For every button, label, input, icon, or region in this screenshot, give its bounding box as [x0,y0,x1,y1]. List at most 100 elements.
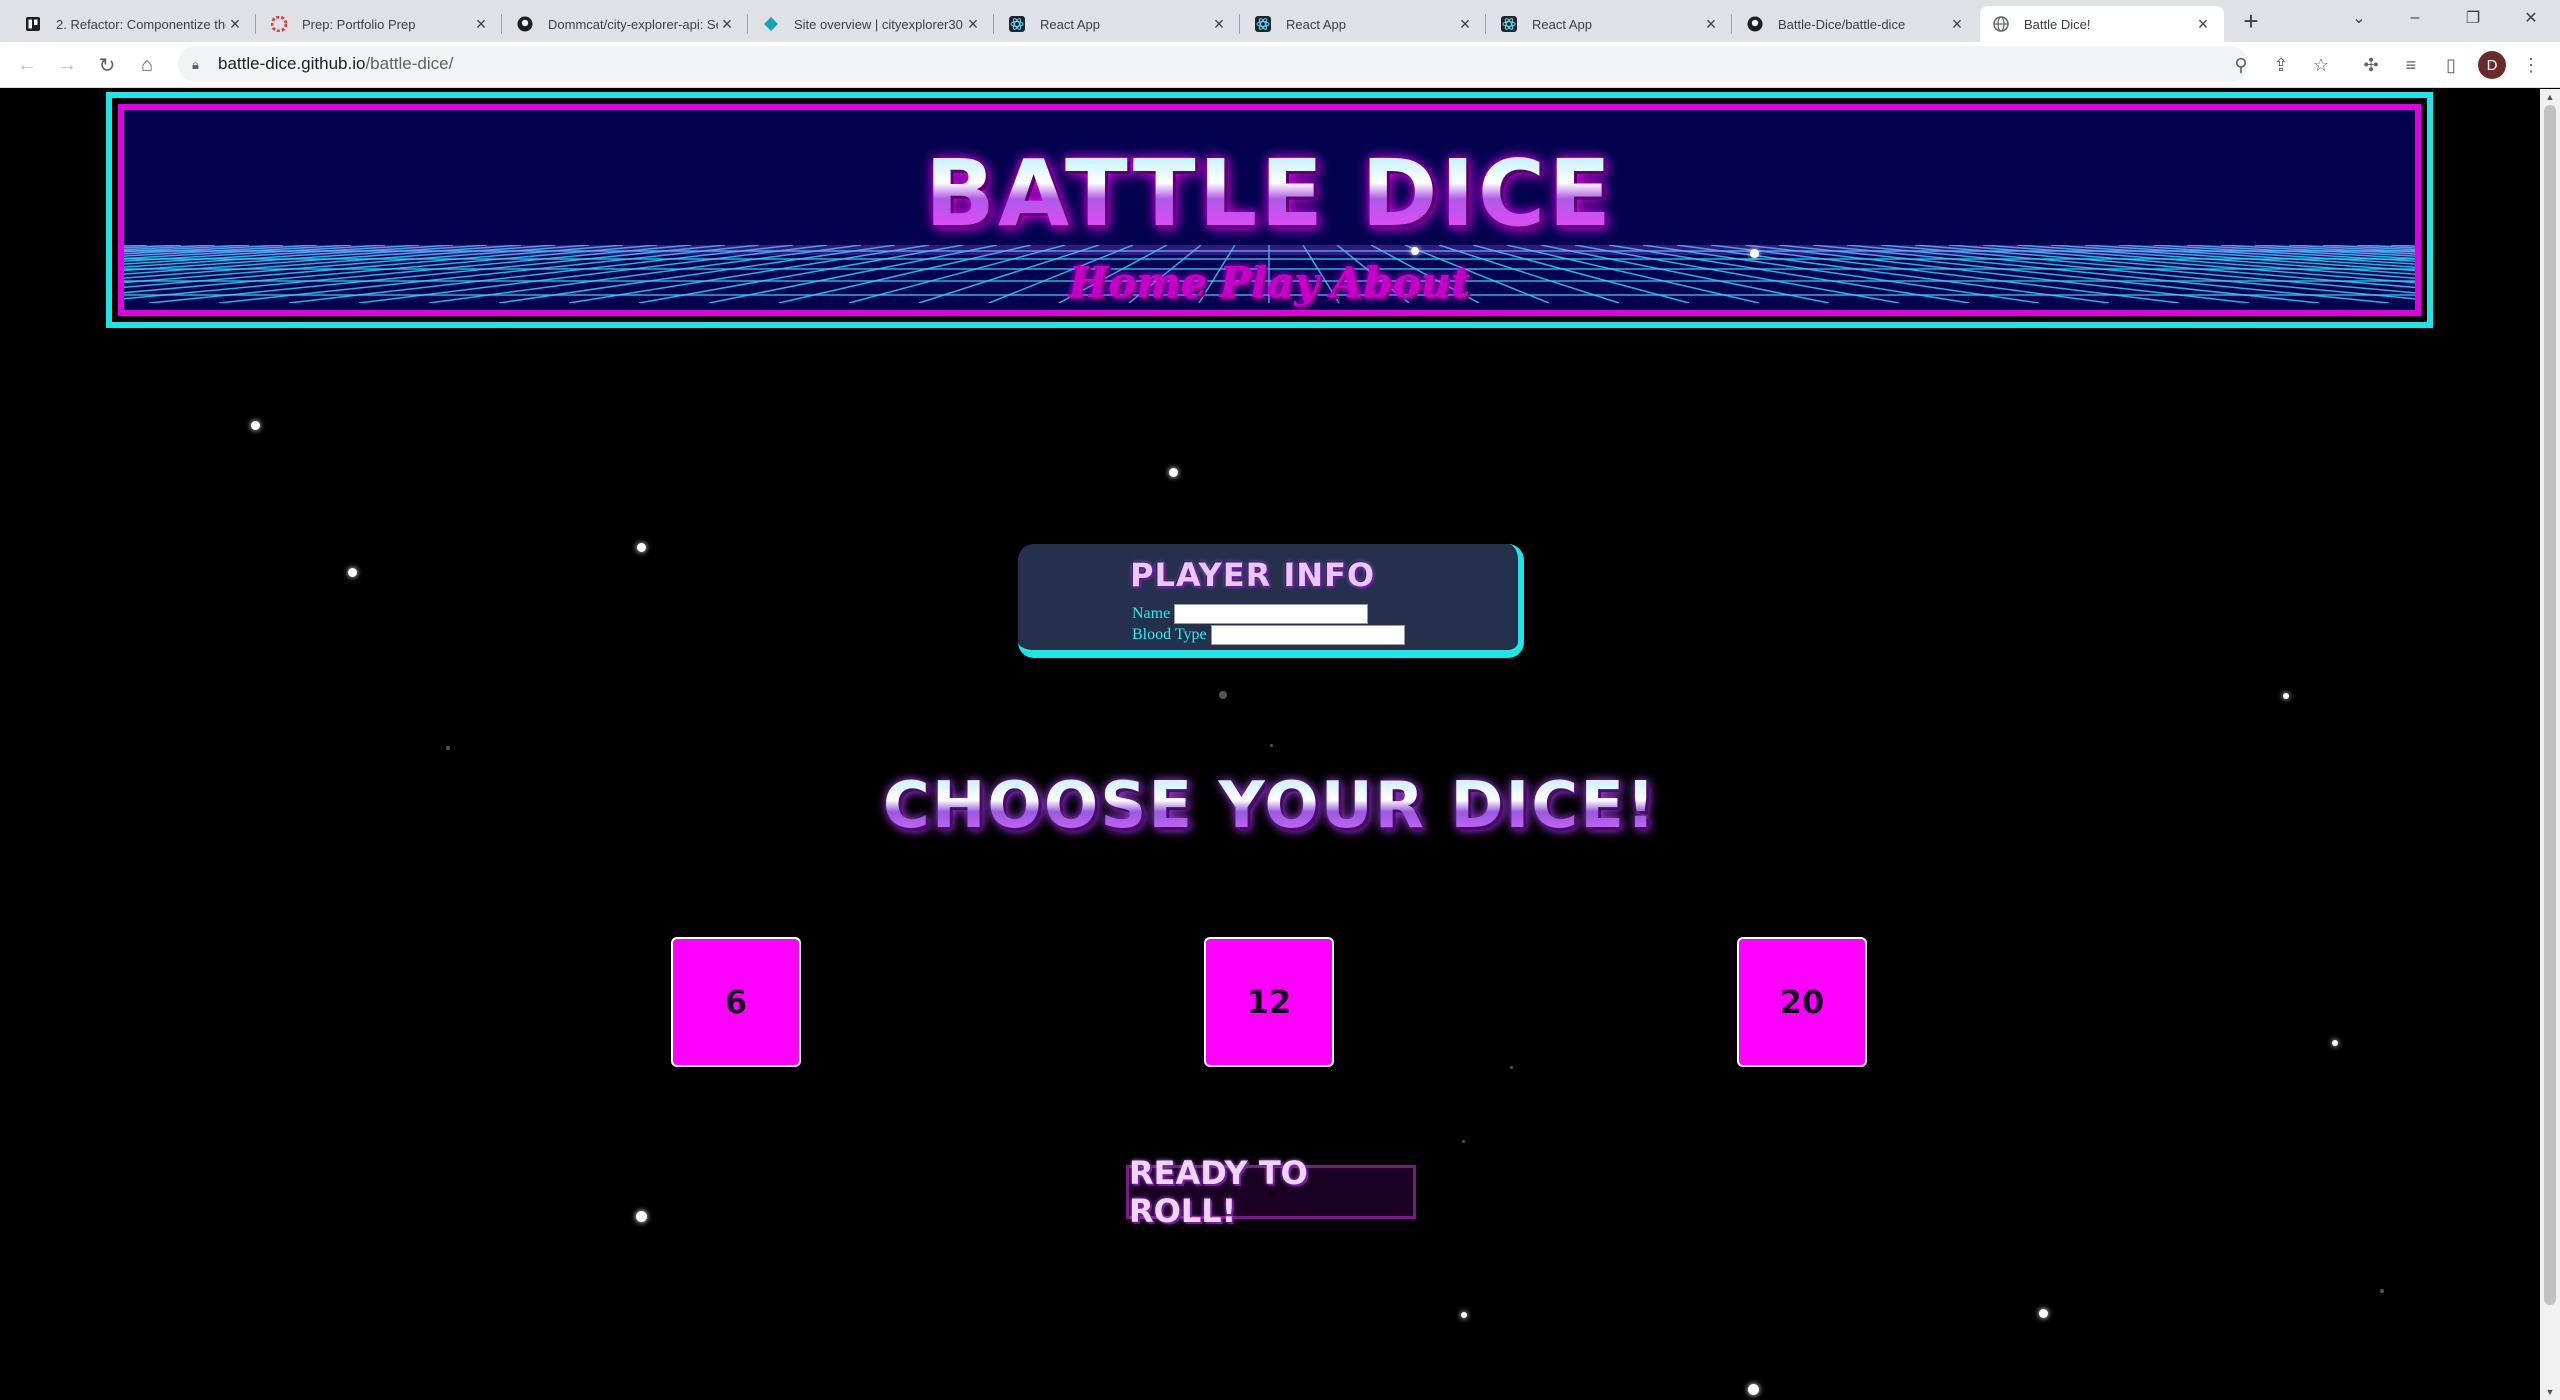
star [251,421,260,430]
zoom-icon[interactable]: ⚲ [2226,50,2256,80]
star [1411,247,1419,255]
star [1462,1140,1465,1143]
tab-label: 2. Refactor: Componentize the [56,16,226,32]
close-icon[interactable]: × [1948,15,1966,33]
blood-type-input[interactable] [1210,625,1405,645]
maximize-button[interactable]: ❐ [2444,0,2502,36]
star [1169,468,1178,477]
star [1461,1312,1467,1318]
name-input[interactable] [1174,604,1369,624]
browser-tab[interactable]: Battle-Dice/battle-dice × [1734,6,1978,42]
window-close-button[interactable]: ✕ [2502,0,2560,36]
player-info-title: PLAYER INFO [1130,556,1376,594]
tab-label: Site overview | cityexplorer30 [794,16,963,32]
site-title: BATTLE DICE [124,140,2415,247]
browser-tab[interactable]: Site overview | cityexplorer30 × [750,6,994,42]
main-nav: Home Play About [124,258,2415,307]
blood-type-label: Blood Type [1132,626,1207,643]
close-icon[interactable]: × [1702,15,1720,33]
choose-dice-heading: CHOOSE YOUR DICE! [0,769,2540,843]
react-icon [1254,15,1272,33]
reading-list-icon[interactable]: ≡ [2396,50,2426,80]
browser-tab[interactable]: React App × [1242,6,1486,42]
page-viewport: BATTLE DICE Home Play About PLAYER INFO Na… [0,89,2540,1400]
star [446,746,450,750]
address-bar[interactable]: 🔒︎ battle-dice.github.io/battle-dice/ [178,46,2248,82]
forward-icon[interactable]: → [52,50,82,80]
url-path: /battle-dice/ [365,54,454,73]
browser-tab-active[interactable]: Battle Dice! × [1980,6,2224,42]
close-icon[interactable]: × [472,15,490,33]
star [637,543,646,552]
ready-to-roll-button[interactable]: READY TO ROLL! [1126,1154,1416,1230]
canvas-icon [270,15,288,33]
browser-tab-bar: 2. Refactor: Componentize the × Prep: Po… [0,0,2560,42]
die-6-button[interactable]: 6 [671,937,801,1067]
nav-about-link[interactable]: About [1331,258,1471,307]
star [636,1211,647,1222]
browser-tab[interactable]: Dommcat/city-explorer-api: Se × [504,6,748,42]
scroll-up-icon[interactable]: ▲ [2540,89,2560,105]
react-icon [1500,15,1518,33]
close-icon[interactable]: × [718,15,736,33]
github-icon [1746,15,1764,33]
new-tab-button[interactable]: + [2236,6,2266,36]
globe-icon [1992,15,2010,33]
back-icon[interactable]: ← [12,50,42,80]
tab-label: React App [1532,16,1592,32]
tab-label: Battle Dice! [2024,16,2091,32]
url-host: battle-dice.github.io [218,54,366,73]
lock-icon: 🔒︎ [192,57,199,72]
blood-type-field-row: Blood Type [1132,625,1405,645]
scrollbar-thumb[interactable] [2544,105,2556,1305]
browser-tab[interactable]: React App × [996,6,1240,42]
extensions-icon[interactable]: ✣ [2356,50,2386,80]
close-icon[interactable]: × [964,15,982,33]
reload-icon[interactable]: ↻ [92,50,122,80]
bookmark-star-icon[interactable]: ☆ [2306,50,2336,80]
tab-label: Dommcat/city-explorer-api: Se [548,16,718,32]
menu-icon[interactable]: ⋮ [2516,50,2546,80]
star [2380,1289,2384,1293]
tab-label: Battle-Dice/battle-dice [1778,16,1906,32]
browser-tab[interactable]: Prep: Portfolio Prep × [258,6,502,42]
tab-label: React App [1286,16,1346,32]
tab-search-icon[interactable]: ⌄ [2330,0,2388,36]
share-icon[interactable]: ⇪ [2266,50,2296,80]
close-icon[interactable]: × [2194,15,2212,33]
close-icon[interactable]: × [1210,15,1228,33]
github-icon [516,15,534,33]
scroll-down-icon[interactable]: ▼ [2540,1384,2560,1400]
name-label: Name [1132,605,1171,622]
star [1748,1384,1759,1395]
close-icon[interactable]: × [1456,15,1474,33]
star [1270,744,1273,747]
star [2283,693,2289,699]
browser-tab[interactable]: 2. Refactor: Componentize the × [12,6,256,42]
star [2332,1040,2338,1046]
minimize-button[interactable]: – [2386,0,2444,36]
browser-toolbar: ← → ↻ ⌂ 🔒︎ battle-dice.github.io/battle-… [0,42,2560,88]
tab-label: React App [1040,16,1100,32]
close-icon[interactable]: × [226,15,244,33]
avatar[interactable]: D [2478,51,2506,79]
react-icon [1008,15,1026,33]
star [1510,1066,1513,1069]
die-12-button[interactable]: 12 [1204,937,1334,1067]
die-20-button[interactable]: 20 [1737,937,1867,1067]
netlify-icon [762,15,780,33]
trello-icon [24,15,42,33]
nav-home-link[interactable]: Home [1069,258,1208,307]
star [348,568,357,577]
site-header: BATTLE DICE Home Play About [106,92,2433,328]
star [1750,249,1759,258]
star [1219,691,1227,699]
tab-label: Prep: Portfolio Prep [302,16,416,32]
star [2039,1309,2048,1318]
nav-play-link[interactable]: Play [1219,258,1318,307]
page-scrollbar[interactable]: ▲ ▼ [2540,89,2560,1400]
browser-tab[interactable]: React App × [1488,6,1732,42]
side-panel-icon[interactable]: ▯ [2436,50,2466,80]
header-inner: BATTLE DICE Home Play About [118,104,2421,316]
home-icon[interactable]: ⌂ [132,50,162,80]
